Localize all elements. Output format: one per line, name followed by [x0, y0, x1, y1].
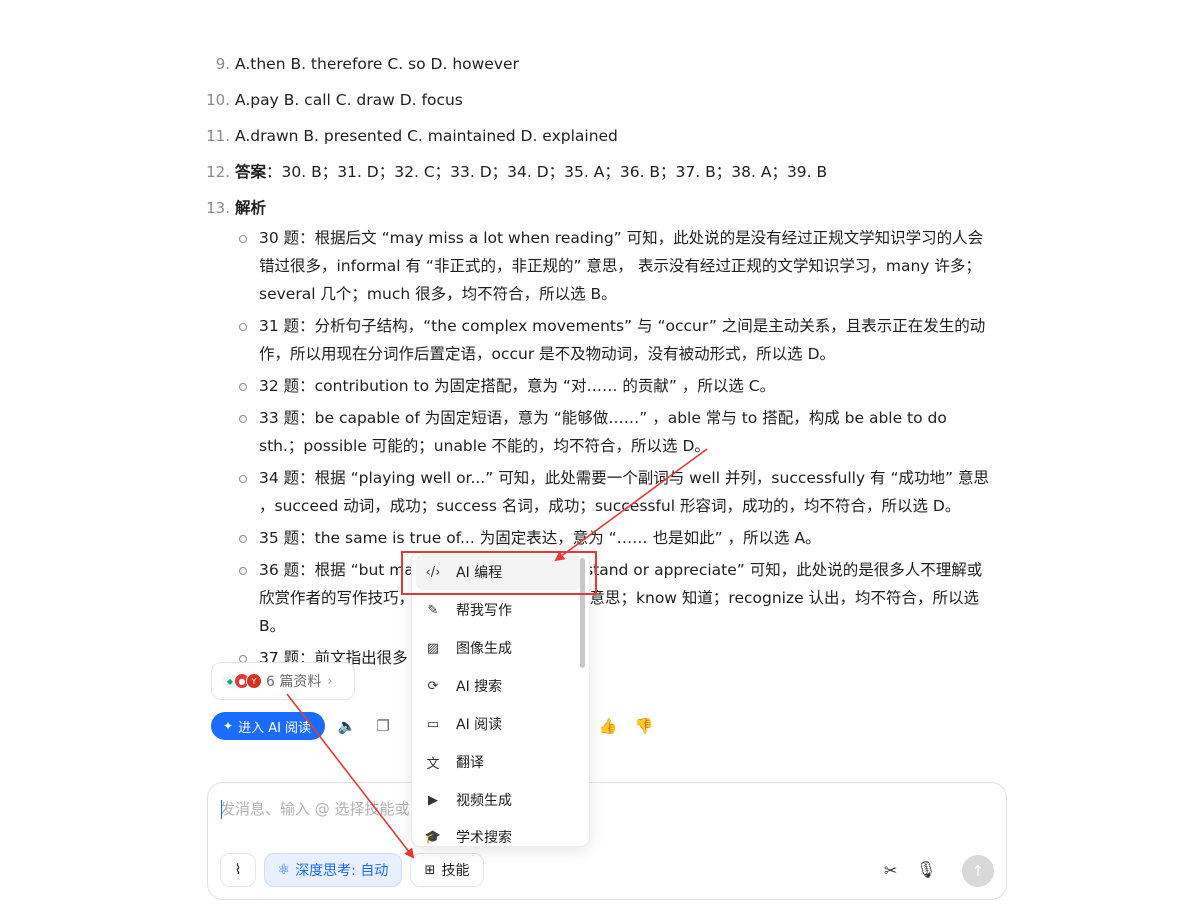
analysis-bullet: 34 题：根据 “playing well or...” 可知，此处需要一个副词… — [235, 464, 995, 520]
attach-button[interactable]: ⌇ — [220, 853, 256, 887]
microphone-icon[interactable]: 🎙 — [916, 860, 936, 879]
answer-content: 9. A.then B. therefore C. so D. however 1… — [200, 46, 1000, 676]
analysis-list: 30 题：根据后文 “may miss a lot when reading” … — [235, 224, 1000, 672]
skill-label: AI 阅读 — [456, 717, 503, 733]
pen-icon: ✎ — [427, 602, 439, 618]
skill-label: 翻译 — [456, 755, 484, 771]
paperclip-icon: ⌇ — [234, 862, 242, 878]
search-icon: ⟳ — [427, 678, 439, 694]
academic-icon: 🎓 — [424, 829, 442, 845]
list-text: A.drawn B. presented C. maintained D. ex… — [235, 127, 618, 145]
skill-label: AI 搜索 — [456, 679, 503, 695]
copy-icon[interactable]: ❐ — [373, 716, 393, 736]
speaker-icon[interactable]: 🔈 — [337, 716, 357, 736]
analysis-item: 13. 解析 — [200, 190, 1000, 226]
list-number: 10. — [206, 91, 230, 109]
message-actions: ✦ 进入 AI 阅读 🔈 ❐ 👍 👎 — [211, 712, 653, 740]
book-icon: ▭ — [426, 716, 440, 732]
skill-item-image[interactable]: ▨ 图像生成 — [416, 630, 581, 666]
source-icons: ◆ ● Y — [222, 673, 262, 689]
analysis-bullet: 33 题：be capable of 为固定短语，意为 “能够做……” ，abl… — [235, 404, 995, 460]
message-input[interactable] — [220, 797, 980, 821]
skill-label: 视频生成 — [456, 793, 512, 809]
skill-label: 图像生成 — [456, 641, 512, 657]
list-text: A.then B. therefore C. so D. however — [235, 55, 519, 73]
analysis-bullet: 30 题：根据后文 “may miss a lot when reading” … — [235, 224, 995, 308]
analysis-bullet: 32 题：contribution to 为固定搭配，意为 “对…… 的贡献” … — [235, 372, 995, 400]
skill-item-academic[interactable]: 🎓 学术搜索 — [416, 819, 581, 847]
sparkle-icon: ✦ — [223, 719, 234, 733]
list-number: 9. — [215, 55, 230, 73]
sources-button[interactable]: ◆ ● Y 6 篇资料 › — [211, 662, 355, 700]
arrow-up-icon: ↑ — [971, 862, 985, 880]
skill-label: 学术搜索 — [456, 830, 512, 846]
analysis-label: 解析 — [235, 199, 267, 217]
analysis-bullet: 31 题：分析句子结构，“the complex movements” 与 “o… — [235, 312, 995, 368]
skill-item-reading[interactable]: ▭ AI 阅读 — [416, 706, 581, 742]
annotation-highlight-box — [401, 551, 597, 595]
text-caret — [221, 800, 222, 819]
answer-values: ：30. B；31. D；32. C；33. D；34. D；35. A；36.… — [266, 163, 828, 181]
analysis-bullet: 36 题：根据 “but many people don't understan… — [235, 556, 995, 640]
translate-icon: 文 — [426, 756, 440, 772]
chevron-right-icon: › — [327, 673, 333, 689]
skill-item-video[interactable]: ▶ 视频生成 — [416, 782, 581, 818]
list-number: 12. — [206, 163, 230, 181]
skill-item-translate[interactable]: 文翻译 — [416, 744, 581, 780]
send-button[interactable]: ↑ — [962, 855, 994, 887]
answer-label: 答案 — [235, 163, 267, 181]
sources-count: 6 篇资料 — [266, 674, 322, 690]
answer-key-item: 12. 答案：30. B；31. D；32. C；33. D；34. D；35. … — [200, 154, 1000, 190]
source-logo-icon: Y — [246, 673, 262, 689]
thumbs-down-icon[interactable]: 👎 — [634, 716, 654, 736]
thumbs-up-icon[interactable]: 👍 — [598, 716, 618, 736]
video-icon: ▶ — [428, 792, 438, 808]
list-text: A.pay B. call C. draw D. focus — [235, 91, 463, 109]
skills-label: 技能 — [441, 863, 470, 879]
grid-icon: ⊞ — [424, 862, 436, 878]
deep-think-button[interactable]: ⚛ 深度思考: 自动 — [264, 853, 402, 887]
list-number: 11. — [206, 127, 230, 145]
list-item: 9. A.then B. therefore C. so D. however — [200, 46, 1000, 82]
skills-button[interactable]: ⊞ 技能 — [410, 853, 484, 887]
enter-ai-read-button[interactable]: ✦ 进入 AI 阅读 — [211, 712, 326, 740]
list-number: 13. — [206, 199, 230, 217]
atom-icon: ⚛ — [277, 862, 291, 878]
message-composer: ⌇ ⚛深度思考: 自动 ⊞ 技能 ✂ 🎙 ↑ — [207, 782, 1007, 900]
skill-label: 帮我写作 — [456, 603, 512, 619]
image-icon: ▨ — [426, 640, 440, 656]
skill-item-search[interactable]: ⟳ AI 搜索 — [416, 668, 581, 704]
deep-think-label: 深度思考: 自动 — [295, 863, 389, 879]
skill-item-writing[interactable]: ✎ 帮我写作 — [416, 592, 581, 628]
skills-menu: ‹/› AI 编程 ✎ 帮我写作 ▨ 图像生成 ⟳ AI 搜索 ▭ AI 阅读 文翻译 ▶… — [411, 551, 590, 847]
ai-read-label: 进入 AI 阅读 — [238, 720, 312, 736]
list-item: 10. A.pay B. call C. draw D. focus — [200, 82, 1000, 118]
analysis-bullet: 35 题：the same is true of... 为固定表达，意为 “……… — [235, 524, 995, 552]
scissors-icon[interactable]: ✂ — [884, 861, 897, 880]
list-item: 11. A.drawn B. presented C. maintained D.… — [200, 118, 1000, 154]
